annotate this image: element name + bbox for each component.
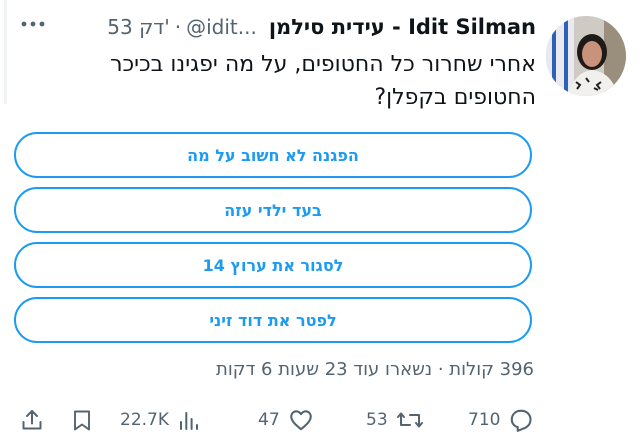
avatar[interactable]	[546, 16, 626, 96]
reply-count: 710	[468, 410, 501, 430]
retweet-icon	[396, 407, 424, 433]
more-icon[interactable]	[16, 14, 52, 34]
heart-icon	[288, 407, 314, 433]
like-button[interactable]: 47	[258, 404, 314, 436]
reply-button[interactable]: 710	[468, 404, 534, 436]
reply-icon	[508, 407, 534, 433]
views-button[interactable]: 22.7K	[120, 404, 201, 436]
poll-meta: 396 קולות · נשארו עוד 23 שעות 6 דקות	[215, 359, 534, 380]
views-count: 22.7K	[120, 410, 169, 430]
tweet-header: עידית סילמן - Idit Silman @idit... · 53 …	[107, 10, 536, 44]
poll-option-3[interactable]: לסגור את ערוץ 14	[14, 242, 532, 288]
bookmark-icon	[70, 407, 94, 433]
like-count: 47	[258, 410, 280, 430]
poll-option-4[interactable]: לפטר את דוד זיני	[14, 297, 532, 343]
poll-option-1[interactable]: הפגנה לא חשוב על מה	[14, 132, 532, 178]
action-bar: 710 53 47 22.7K	[0, 400, 640, 440]
tweet-time[interactable]: 53 דק'	[107, 15, 169, 39]
share-icon	[20, 407, 44, 433]
retweet-count: 53	[366, 410, 388, 430]
retweet-button[interactable]: 53	[366, 404, 424, 436]
thread-line	[4, 0, 7, 104]
share-button[interactable]	[20, 404, 44, 436]
author-handle[interactable]: @idit...	[186, 15, 257, 39]
header-separator: ·	[174, 15, 182, 39]
bookmark-button[interactable]	[70, 404, 94, 436]
tweet-text: אחרי שחרור כל החטופים, על מה יפגינו בכיכ…	[110, 52, 536, 110]
views-icon	[177, 407, 201, 433]
author-name[interactable]: עידית סילמן - Idit Silman	[269, 15, 536, 39]
poll-option-2[interactable]: בעד ילדי עזה	[14, 187, 532, 233]
